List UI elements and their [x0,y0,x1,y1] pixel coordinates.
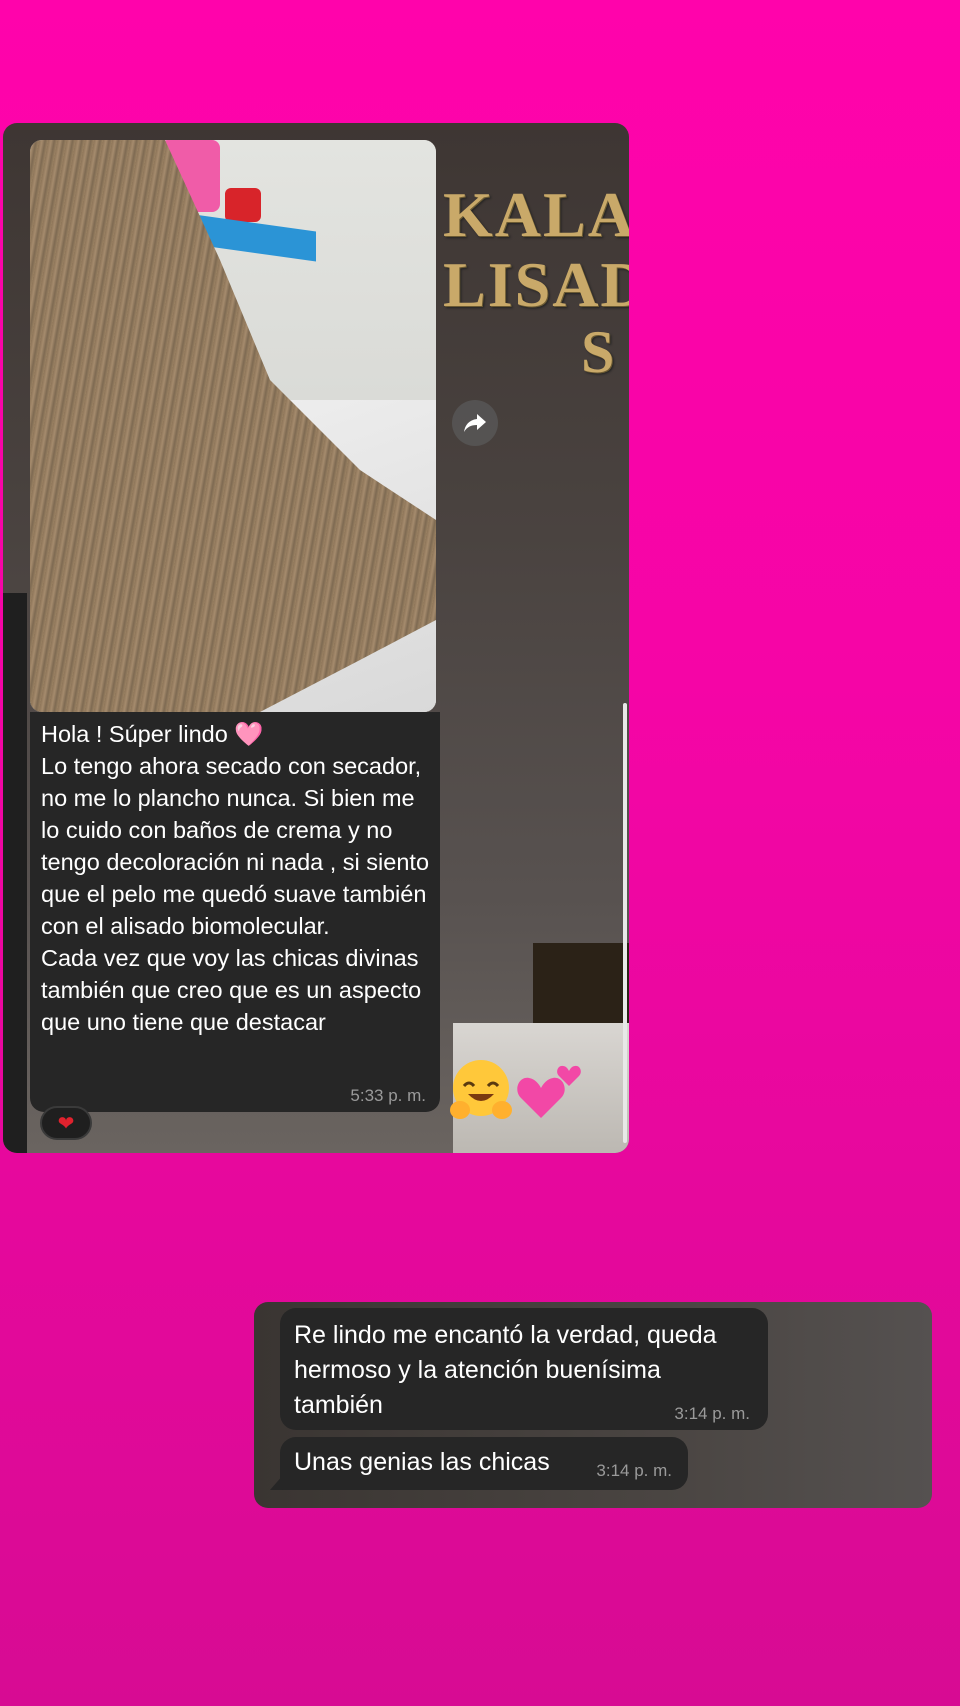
outgoing-message-bubble-2[interactable]: Unas genias las chicas 3:14 p. m. [280,1437,688,1490]
message-text: Unas genias las chicas [294,1448,550,1476]
hugging-face-emoji [450,1060,512,1119]
salon-sign-line-3: S [581,319,617,385]
salon-sign-line-2: LISAD [443,249,629,320]
message-timestamp: 3:14 p. m. [596,1461,672,1480]
message-timestamp: 3:14 p. m. [674,1404,750,1423]
incoming-message-bubble[interactable]: Hola ! Súper lindo 🩷 Lo tengo ahora seca… [30,712,440,1112]
salon-sign-line-1: KALA [443,179,629,250]
outgoing-message-bubble-1[interactable]: Re lindo me encantó la verdad, queda her… [280,1308,768,1430]
scrollbar[interactable] [623,703,627,1143]
message-text: Hola ! Súper lindo 🩷 Lo tengo ahora seca… [41,721,430,1035]
two-hearts-emoji [517,1065,581,1118]
reaction-emoji: ❤ [57,1112,75,1135]
left-edge-shadow [3,593,27,1153]
photo-red-toy [225,188,261,222]
hair-photo[interactable] [30,140,436,712]
share-forward-icon[interactable] [452,400,498,446]
message-timestamp: 5:33 p. m. [350,1086,426,1105]
heart-reaction-icon[interactable]: ❤ [40,1106,92,1140]
